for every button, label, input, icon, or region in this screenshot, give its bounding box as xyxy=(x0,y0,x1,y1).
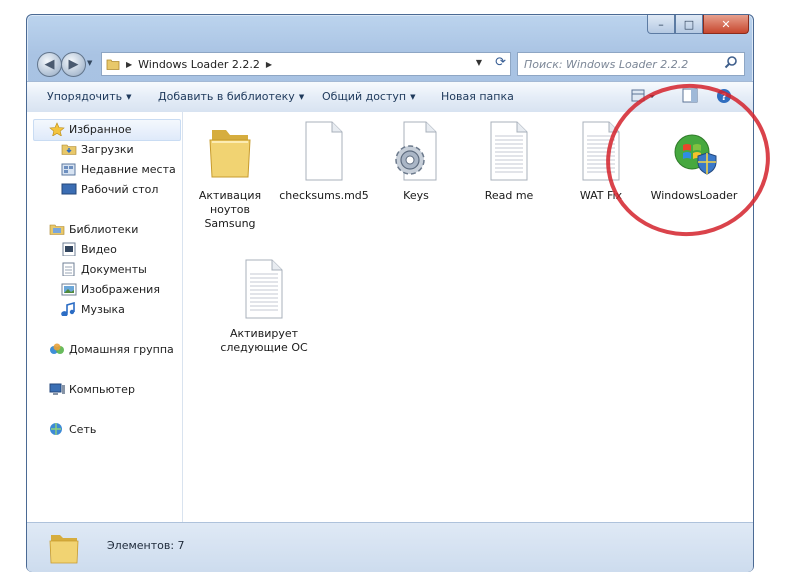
nav-label: Музыка xyxy=(81,302,125,316)
chevron-down-icon: ▼ xyxy=(410,93,416,101)
homegroup-icon xyxy=(50,343,64,354)
forward-arrow-icon: ▶ xyxy=(68,57,79,72)
star-icon xyxy=(49,122,65,136)
address-bar[interactable]: ▶ Windows Loader 2.2.2 ▶ ▼ ⟳ xyxy=(101,52,511,76)
file-item-checksums[interactable]: checksums.md5 xyxy=(279,120,369,203)
nav-label: Изображения xyxy=(81,282,160,296)
breadcrumb-separator-icon: ▶ xyxy=(126,59,133,69)
folder-icon xyxy=(49,535,79,564)
computer-icon xyxy=(49,383,65,395)
downloads-folder-icon xyxy=(61,144,77,155)
folder-icon xyxy=(106,59,120,70)
forward-button[interactable]: ▶ xyxy=(61,52,86,77)
file-name: Keys xyxy=(403,189,429,202)
navigation-row: ◀ ▶ ▼ ▶ Windows Loader 2.2.2 ▶ ▼ ⟳ Поиск… xyxy=(33,51,747,77)
nav-item-favorites[interactable]: Избранное xyxy=(49,122,131,136)
add-to-library-label: Добавить в библиотеку xyxy=(158,90,295,103)
network-icon xyxy=(50,423,62,435)
nav-label: Сеть xyxy=(69,422,97,436)
back-arrow-icon: ◀ xyxy=(44,57,55,72)
music-note-icon xyxy=(61,302,75,316)
refresh-icon[interactable]: ⟳ xyxy=(495,55,506,70)
desktop-icon xyxy=(61,183,77,195)
search-box[interactable]: Поиск: Windows Loader 2.2.2 xyxy=(517,52,745,76)
nav-label: Загрузки xyxy=(81,142,134,156)
folder-icon xyxy=(209,130,251,178)
chevron-down-icon: ▼ xyxy=(126,93,132,101)
navigation-pane: Избранное Загрузки Недавние места Рабочи… xyxy=(27,112,183,522)
search-placeholder: Поиск: Windows Loader 2.2.2 xyxy=(524,57,689,71)
libraries-icon xyxy=(49,224,65,235)
file-name: Read me xyxy=(484,189,534,202)
item-count: Элементов: 7 xyxy=(107,539,185,552)
new-folder-label: Новая папка xyxy=(441,90,514,103)
add-to-library-menu[interactable]: Добавить в библиотеку ▼ xyxy=(158,90,304,103)
generic-file-icon xyxy=(305,121,343,181)
nav-item-video[interactable]: Видео xyxy=(61,242,117,256)
nav-item-computer[interactable]: Компьютер xyxy=(49,382,135,396)
address-dropdown-icon[interactable]: ▼ xyxy=(476,58,482,67)
chevron-down-icon: ▼ xyxy=(298,93,305,101)
organize-label: Упорядочить xyxy=(47,90,123,103)
nav-item-homegroup[interactable]: Домашняя группа xyxy=(49,342,174,356)
nav-label: Документы xyxy=(81,262,147,276)
recent-pages-dropdown[interactable]: ▼ xyxy=(87,59,92,67)
file-item-supported-os[interactable]: Активирует следующие ОС xyxy=(219,258,309,355)
nav-label: Видео xyxy=(81,242,117,256)
file-name: Активирует следующие ОС xyxy=(220,327,308,354)
new-folder-button[interactable]: Новая папка xyxy=(441,90,514,103)
share-label: Общий доступ xyxy=(322,90,407,103)
nav-item-downloads[interactable]: Загрузки xyxy=(61,142,134,156)
nav-item-network[interactable]: Сеть xyxy=(49,422,96,436)
nav-label: Библиотеки xyxy=(69,222,139,236)
nav-item-recent-places[interactable]: Недавние места xyxy=(61,162,176,176)
video-icon xyxy=(62,242,76,256)
text-file-icon xyxy=(245,259,283,319)
pictures-icon xyxy=(61,283,77,296)
caption-buttons: – □ ✕ xyxy=(647,15,749,35)
details-pane: Элементов: 7 xyxy=(27,522,753,572)
file-name: checksums.md5 xyxy=(279,189,369,202)
file-item-readme[interactable]: Read me xyxy=(464,120,554,203)
back-button[interactable]: ◀ xyxy=(37,52,62,77)
file-item-folder[interactable]: Активация ноутов Samsung xyxy=(185,120,275,231)
close-button[interactable]: ✕ xyxy=(703,15,749,34)
share-menu[interactable]: Общий доступ ▼ xyxy=(322,90,415,103)
nav-label: Рабочий стол xyxy=(81,182,159,196)
nav-item-desktop[interactable]: Рабочий стол xyxy=(61,182,158,196)
nav-item-pictures[interactable]: Изображения xyxy=(61,282,160,296)
text-file-icon xyxy=(490,121,528,181)
file-name: Активация ноутов Samsung xyxy=(198,189,262,230)
breadcrumb-windows-loader[interactable]: Windows Loader 2.2.2 xyxy=(138,58,260,71)
documents-icon xyxy=(62,262,75,276)
nav-label: Недавние места xyxy=(81,162,176,176)
nav-item-libraries[interactable]: Библиотеки xyxy=(49,222,138,236)
recent-places-icon xyxy=(61,163,76,176)
nav-label: Избранное xyxy=(69,122,132,136)
organize-menu[interactable]: Упорядочить ▼ xyxy=(47,90,132,103)
nav-label: Домашняя группа xyxy=(69,342,174,356)
nav-item-music[interactable]: Музыка xyxy=(61,302,125,316)
nav-label: Компьютер xyxy=(69,382,135,396)
file-item-keys[interactable]: Keys xyxy=(371,120,461,203)
breadcrumb-separator-icon: ▶ xyxy=(265,59,273,69)
minimize-button[interactable]: – xyxy=(647,15,675,34)
maximize-button[interactable]: □ xyxy=(675,15,703,34)
settings-file-icon xyxy=(395,121,437,181)
search-icon[interactable] xyxy=(724,55,738,69)
nav-item-documents[interactable]: Документы xyxy=(61,262,147,276)
